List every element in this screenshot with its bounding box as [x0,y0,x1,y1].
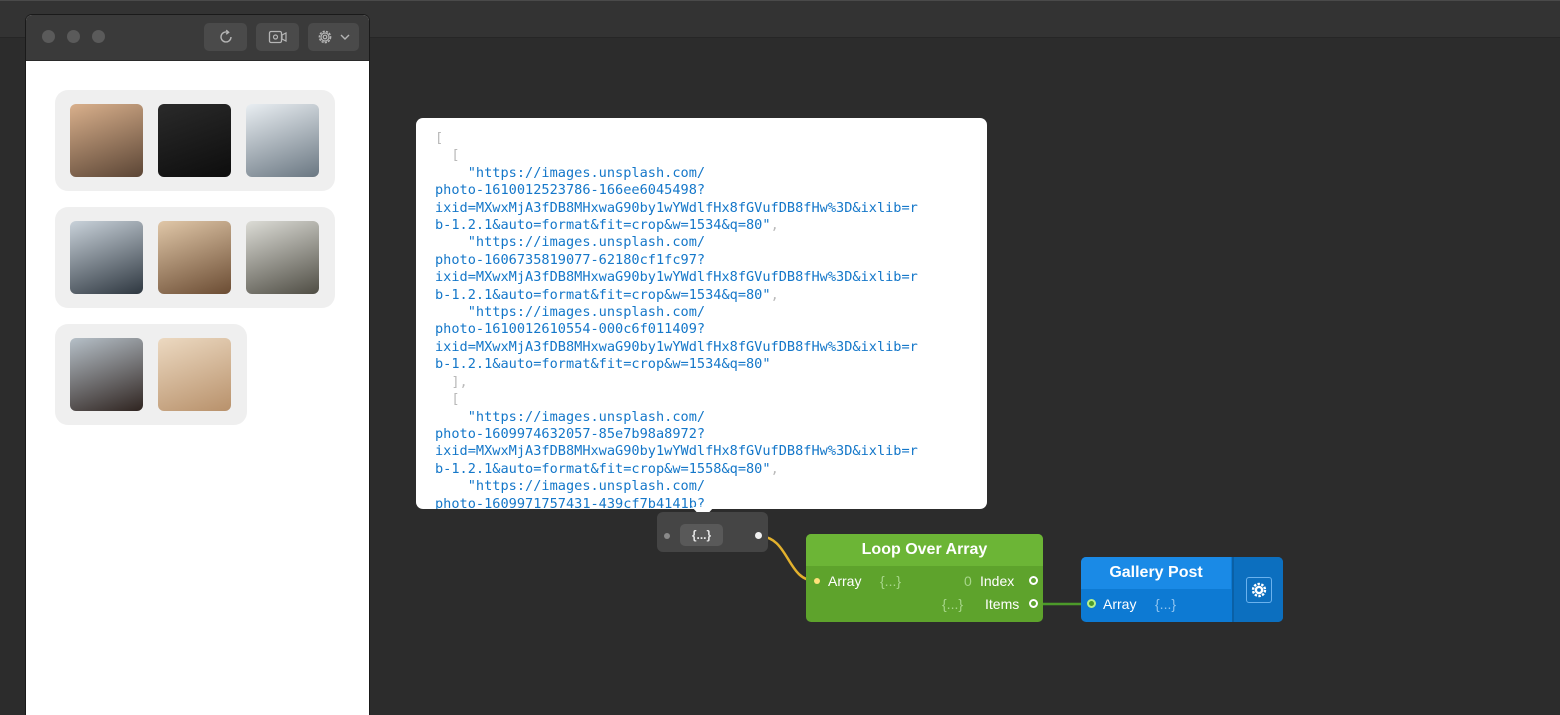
gallery-array-value: {...} [1155,596,1177,612]
loop-index-output-port[interactable] [1029,576,1038,585]
loop-array-value: {...} [880,573,902,589]
object-input-port[interactable] [664,533,670,539]
gear-icon [1251,582,1266,597]
loop-index-value: 0 [964,573,972,589]
gallery-post-node[interactable]: Gallery Post Array {...} [1081,557,1283,622]
loop-items-label: Items [985,596,1020,612]
loop-node-title: Loop Over Array [806,534,1043,566]
gallery-array-label: Array [1103,596,1137,612]
loop-array-label: Array [828,573,862,589]
loop-array-input-port[interactable] [814,578,820,584]
gallery-array-input-port[interactable] [1087,599,1096,608]
gallery-post-settings-button[interactable] [1232,557,1283,622]
loop-over-array-node[interactable]: Loop Over Array Array {...} 0 Index {...… [806,534,1043,622]
loop-items-value: {...} [942,596,964,612]
node-wires [757,534,1091,606]
object-output-port[interactable] [755,532,762,539]
gallery-post-title: Gallery Post [1081,557,1231,589]
object-value-pill[interactable]: {...} [680,524,723,546]
loop-index-label: Index [980,573,1015,589]
loop-items-output-port[interactable] [1029,599,1038,608]
object-data-node[interactable]: {...} [657,512,768,552]
gallery-post-settings-frame [1245,576,1272,603]
